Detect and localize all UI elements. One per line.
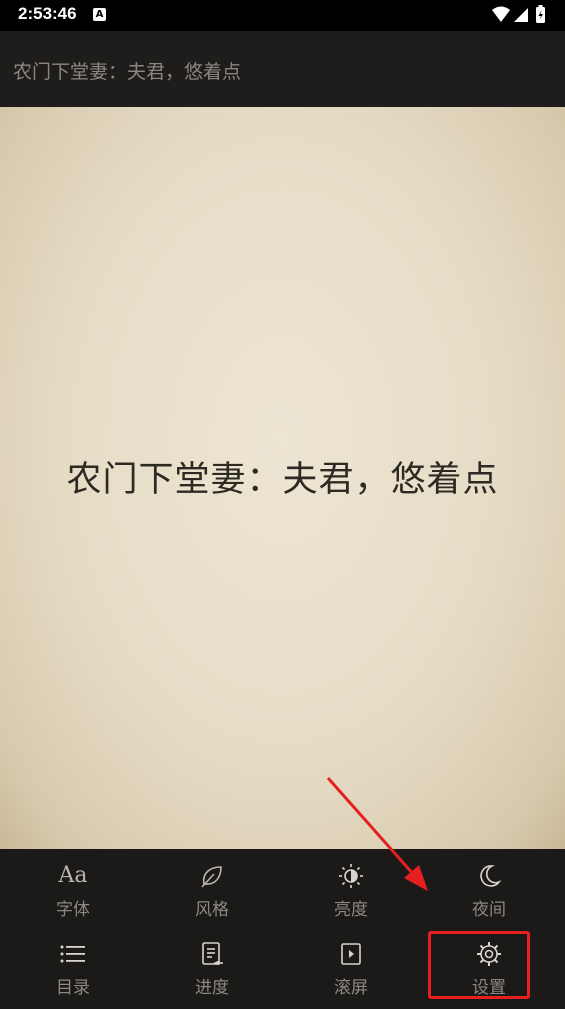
menu-label-autoscroll: 滚屏: [334, 978, 368, 998]
menu-label-night: 夜间: [472, 900, 506, 920]
menu-label-toc: 目录: [56, 978, 90, 998]
menu-night-button[interactable]: 夜间: [439, 861, 539, 931]
menu-progress-button[interactable]: 进度: [162, 939, 262, 1009]
status-icons: [491, 5, 551, 25]
menu-font-button[interactable]: Aa 字体: [23, 861, 123, 931]
leaf-icon: [162, 861, 262, 891]
status-time: 2:53:46: [18, 4, 77, 23]
moon-icon: [439, 861, 539, 891]
notification-icon: A: [93, 8, 106, 21]
menu-label-progress: 进度: [195, 978, 229, 998]
menu-autoscroll-button[interactable]: 滚屏: [301, 939, 401, 1009]
battery-icon: [536, 5, 545, 23]
menu-label-style: 风格: [195, 900, 229, 920]
reading-page[interactable]: 农门下堂妻：夫君，悠着点: [0, 107, 565, 849]
font-glyph: Aa: [58, 863, 88, 888]
wifi-icon: [492, 6, 510, 22]
reader-header: 农门下堂妻：夫君，悠着点: [0, 31, 565, 107]
menu-label-font: 字体: [56, 900, 90, 920]
list-icon: [23, 939, 123, 969]
font-icon: Aa: [23, 861, 123, 891]
header-book-title: 农门下堂妻：夫君，悠着点: [13, 61, 242, 83]
menu-label-brightness: 亮度: [334, 900, 368, 920]
menu-brightness-button[interactable]: 亮度: [301, 861, 401, 931]
menu-toc-button[interactable]: 目录: [23, 939, 123, 1009]
menu-style-button[interactable]: 风格: [162, 861, 262, 931]
signal-icon: [514, 8, 528, 22]
annotation-highlight-box: [428, 931, 530, 999]
page-book-title: 农门下堂妻：夫君，悠着点: [66, 460, 499, 500]
progress-icon: [162, 939, 262, 969]
autoscroll-icon: [301, 939, 401, 969]
status-bar: 2:53:46 A: [0, 0, 565, 31]
brightness-icon: [301, 861, 401, 891]
